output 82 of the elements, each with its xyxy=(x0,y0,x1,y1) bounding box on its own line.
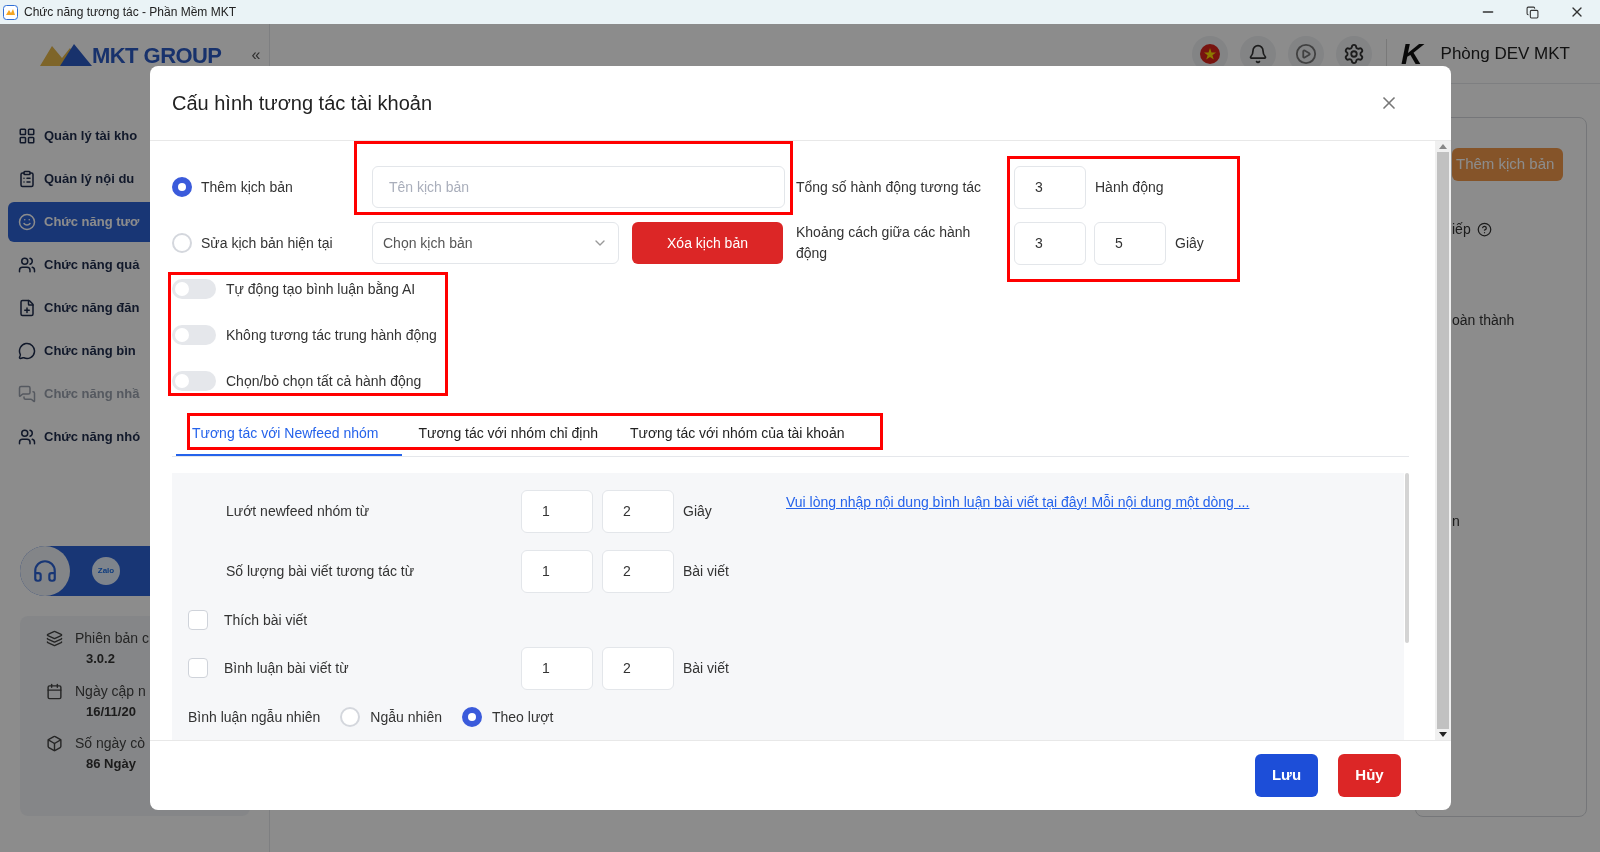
toggle-label: Tự động tạo bình luận bằng AI xyxy=(226,279,416,299)
info-label: Số ngày cò xyxy=(75,734,146,753)
unit-label: Giây xyxy=(683,501,712,521)
toggle-switch[interactable] xyxy=(172,325,216,345)
info-label: Phiên bản c xyxy=(75,629,149,648)
field-label: Khoảng cách giữa các hành động xyxy=(796,223,972,263)
info-value: 16/11/20 xyxy=(86,702,136,721)
logo-icon xyxy=(40,42,92,68)
play-icon xyxy=(1294,42,1317,65)
info-icon xyxy=(46,735,63,752)
panel-text: iếp xyxy=(1452,220,1471,239)
field-label: Tổng số hành động tương tác xyxy=(796,177,982,197)
window-title: Chức năng tương tác - Phần Mềm MKT xyxy=(24,4,236,21)
setting-label: Thích bài viết xyxy=(224,610,308,630)
menu-icon xyxy=(18,299,36,317)
setting-label: Số lượng bài viết tương tác từ xyxy=(226,561,415,581)
number-field[interactable]: 1 xyxy=(521,549,593,593)
setting-label: Bình luận ngẫu nhiên xyxy=(188,707,321,727)
info-value: 3.0.2 xyxy=(86,650,115,668)
flag-icon xyxy=(1199,43,1220,64)
menu-icon xyxy=(18,256,36,274)
brand-mark: K xyxy=(1400,38,1423,69)
menu-icon xyxy=(18,213,36,231)
menu-icon xyxy=(18,428,36,446)
setting-label: Lướt newfeed nhóm từ xyxy=(226,501,370,521)
unit-label: Bài viết xyxy=(683,561,729,581)
toggle-switch[interactable] xyxy=(172,371,216,391)
bell-icon xyxy=(1247,43,1268,64)
sidebar-item[interactable]: Quản lý tài kho xyxy=(8,116,261,156)
radio-label: Theo lượt xyxy=(491,707,554,727)
restore-icon[interactable] xyxy=(1526,5,1539,19)
radio-button[interactable] xyxy=(172,177,192,197)
number-field[interactable]: 5 xyxy=(1094,221,1166,265)
scroll-down-icon[interactable] xyxy=(1439,732,1447,737)
info-icon xyxy=(46,682,63,700)
menu-icon xyxy=(18,170,36,188)
number-field[interactable]: 3 xyxy=(1014,165,1086,209)
collapse-button[interactable]: « xyxy=(251,43,261,67)
panel-text: oàn thành xyxy=(1452,311,1515,330)
panel-text: n xyxy=(1452,512,1460,531)
user-name: Phòng DEV MKT xyxy=(1440,42,1570,65)
zalo-button[interactable]: Zalo xyxy=(92,557,120,585)
dialog-button[interactable]: Lưu xyxy=(1255,754,1318,797)
number-field[interactable]: 3 xyxy=(1014,221,1086,265)
headset-icon xyxy=(32,558,58,584)
tab[interactable]: Tương tác với nhóm của tài khoản xyxy=(613,413,861,456)
logo-text: MKT GROUP xyxy=(92,41,222,70)
number-field[interactable]: 2 xyxy=(602,489,674,533)
setting-label: Bình luận bài viết từ xyxy=(224,658,349,678)
unit-label: Hành động xyxy=(1095,177,1164,197)
tab[interactable]: Tương tác với nhóm chỉ định xyxy=(402,413,614,456)
radio-button[interactable] xyxy=(461,707,482,727)
radio-label: Ngẫu nhiên xyxy=(370,707,442,727)
app-icon xyxy=(3,4,18,20)
toggle-switch[interactable] xyxy=(172,279,216,299)
dialog-scrollbar[interactable] xyxy=(1435,141,1451,740)
number-field[interactable]: 2 xyxy=(602,646,674,690)
info-icon xyxy=(46,630,63,647)
info-value: 86 Ngày xyxy=(86,755,136,773)
radio-label: Thêm kịch bản xyxy=(201,177,293,197)
delete-script-button[interactable]: Xóa kịch bản xyxy=(632,222,783,264)
checkbox[interactable] xyxy=(188,658,208,678)
unit-label: Bài viết xyxy=(683,658,729,678)
toggle-label: Không tương tác trung hành động xyxy=(226,325,437,345)
menu-icon xyxy=(18,127,36,145)
dialog-title: Cấu hình tương tác tài khoản xyxy=(172,91,432,116)
scroll-up-icon[interactable] xyxy=(1439,144,1447,149)
number-field[interactable]: 1 xyxy=(521,646,593,690)
comment-link[interactable]: Vui lòng nhập nội dung bình luận bài viết tại đây! Mỗi nội dung một dòng ... xyxy=(786,494,1250,510)
unit-label: Giây xyxy=(1175,233,1204,253)
help-icon xyxy=(1476,222,1492,237)
info-label: Ngày cập n xyxy=(75,681,146,701)
checkbox[interactable] xyxy=(188,610,208,630)
dialog-button[interactable]: Hủy xyxy=(1338,754,1401,797)
number-field[interactable]: 2 xyxy=(602,549,674,593)
menu-icon xyxy=(18,385,36,403)
script-select[interactable]: Chọn kịch bản xyxy=(372,222,619,264)
menu-icon xyxy=(18,342,36,360)
number-field[interactable]: 1 xyxy=(521,489,593,533)
settings-icon xyxy=(1342,42,1365,65)
toggle-label: Chọn/bỏ chọn tất cả hành động xyxy=(226,371,422,391)
support-button[interactable] xyxy=(20,546,70,596)
